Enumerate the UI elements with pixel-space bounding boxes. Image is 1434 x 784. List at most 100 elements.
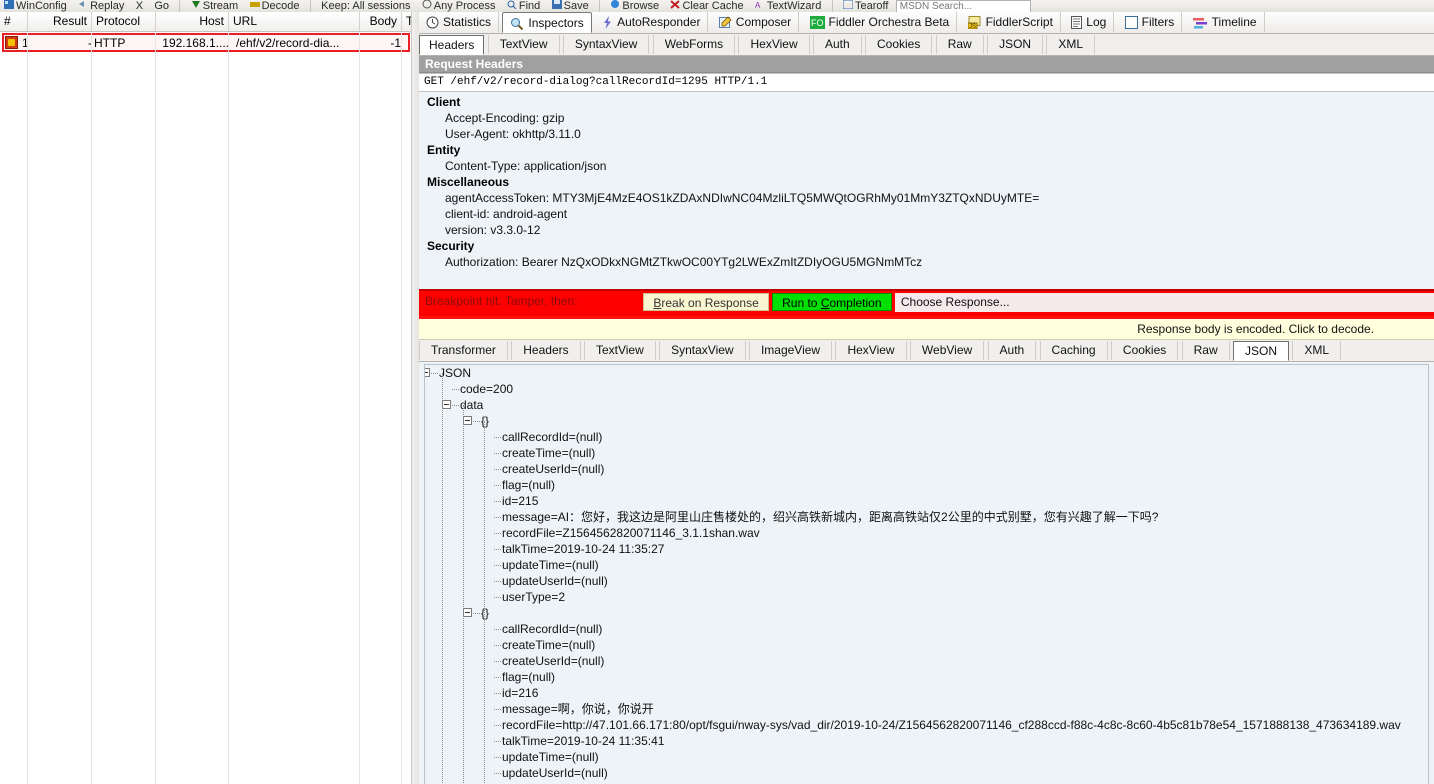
response-tab-caching[interactable]: Caching [1039, 341, 1108, 360]
toolbar-any-process[interactable]: Any Process [418, 0, 500, 12]
table-row[interactable]: 1 - HTTP 192.168.1.... /ehf/v2/record-di… [2, 33, 410, 52]
toolbar-button-tearoff[interactable]: Tearoff [839, 0, 892, 12]
response-tab-imageview[interactable]: ImageView [748, 341, 833, 360]
json-tree-row[interactable]: updateTime=(null) [425, 749, 1428, 765]
request-tab-cookies[interactable]: Cookies [865, 35, 933, 54]
json-tree-row[interactable]: data [425, 397, 1428, 413]
header-accept-encoding[interactable]: Accept-Encoding: gzip [427, 110, 1434, 126]
json-tree-row[interactable]: callRecordId=(null) [425, 429, 1428, 445]
toolbar-button-find[interactable]: Find [503, 0, 544, 12]
request-line-field[interactable]: GET /ehf/v2/record-dialog?callRecordId=1… [419, 73, 1434, 92]
json-tree-row[interactable]: {} [425, 605, 1428, 621]
toolbar-button-clear[interactable]: X [132, 0, 147, 12]
toolbar-button-browse[interactable]: Browse [606, 0, 663, 12]
session-list-panel[interactable]: # Result Protocol Host URL Body Tim 1 - … [0, 12, 419, 784]
json-tree-row[interactable]: createUserId=(null) [425, 653, 1428, 669]
tab-statistics[interactable]: Statistics [419, 12, 500, 32]
header-client-id[interactable]: client-id: android-agent [427, 206, 1434, 222]
column-header-host[interactable]: Host [156, 12, 229, 31]
header-user-agent[interactable]: User-Agent: okhttp/3.11.0 [427, 126, 1434, 142]
response-tab-xml[interactable]: XML [1292, 341, 1342, 360]
json-tree-row[interactable]: message=啊，你说，你说开 [425, 701, 1428, 717]
json-tree-row[interactable]: updateTime=(null) [425, 557, 1428, 573]
toolbar-button-go[interactable]: Go [150, 0, 173, 12]
tab-filters[interactable]: Filters [1118, 12, 1183, 32]
json-tree-row[interactable]: flag=(null) [425, 669, 1428, 685]
request-tab-xml[interactable]: XML [1046, 35, 1096, 54]
json-tree-row[interactable]: talkTime=2019-10-24 11:35:27 [425, 541, 1428, 557]
tab-log[interactable]: Log [1064, 12, 1115, 32]
response-tab-syntaxview[interactable]: SyntaxView [659, 341, 746, 360]
json-tree-row[interactable]: updateUserId=(null) [425, 573, 1428, 589]
response-tab-raw[interactable]: Raw [1181, 341, 1230, 360]
response-tab-hexview[interactable]: HexView [835, 341, 907, 360]
response-tab-webview[interactable]: WebView [909, 341, 985, 360]
header-version[interactable]: version: v3.3.0-12 [427, 222, 1434, 238]
header-agent-access-token[interactable]: agentAccessToken: MTY3MjE4MzE4OS1kZDAxND… [427, 190, 1434, 206]
tab-autoresponder[interactable]: AutoResponder [595, 12, 709, 32]
tab-fiddlerscript[interactable]: JS FiddlerScript [961, 12, 1061, 32]
encoded-notice-bar[interactable]: Response body is encoded. Click to decod… [419, 319, 1434, 340]
tree-guide-line [463, 405, 464, 784]
tab-timeline[interactable]: Timeline [1186, 12, 1265, 32]
request-tab-webforms[interactable]: WebForms [652, 35, 736, 54]
request-tab-headers[interactable]: Headers [419, 35, 485, 55]
tab-composer[interactable]: Composer [712, 12, 800, 32]
toolbar-button-winconfig[interactable]: WinConfig [0, 0, 71, 12]
json-tree-row[interactable]: JSON [425, 365, 1428, 381]
toolbar-button-replay[interactable]: Replay [74, 0, 128, 12]
json-tree-row[interactable]: createTime=(null) [425, 445, 1428, 461]
toolbar-button-save[interactable]: Save [548, 0, 593, 12]
toolbar-keep-dropdown[interactable]: Keep: All sessions [317, 0, 414, 12]
tab-label: Fiddler Orchestra Beta [828, 15, 950, 29]
json-tree-row[interactable]: talkTime=2019-10-24 11:35:41 [425, 733, 1428, 749]
toolbar-button-stream[interactable]: Stream [187, 0, 242, 12]
column-header-result[interactable]: Result [28, 12, 92, 31]
toolbar-button-textwizard[interactable]: A TextWizard [751, 0, 825, 12]
header-content-type[interactable]: Content-Type: application/json [427, 158, 1434, 174]
response-tab-textview[interactable]: TextView [583, 341, 656, 360]
toolbar-button-clear-cache[interactable]: Clear Cache [666, 0, 747, 12]
request-tab-syntaxview[interactable]: SyntaxView [562, 35, 650, 54]
json-tree-row[interactable]: message=AI：您好，我这边是阿里山庄售楼处的，绍兴高铁新城内，距离高铁站… [425, 509, 1428, 525]
request-tab-json[interactable]: JSON [987, 35, 1044, 54]
json-tree-row[interactable]: createTime=(null) [425, 637, 1428, 653]
json-tree[interactable]: JSON code=200 data{} callRecordId=(null) cre… [424, 364, 1429, 784]
json-tree-row[interactable]: callRecordId=(null) [425, 621, 1428, 637]
response-tab-cookies[interactable]: Cookies [1110, 341, 1179, 360]
response-tab-auth[interactable]: Auth [987, 341, 1037, 360]
json-tree-row[interactable]: recordFile=http://47.101.66.171:80/opt/f… [425, 717, 1428, 733]
header-authorization[interactable]: Authorization: Bearer NzQxODkxNGMtZTkwOC… [427, 254, 1434, 270]
json-tree-row[interactable]: recordFile=Z1564562820071146_3.1.1shan.w… [425, 525, 1428, 541]
request-tab-hexview[interactable]: HexView [738, 35, 810, 54]
json-tree-row[interactable]: userType=2 [425, 589, 1428, 605]
json-tree-row[interactable]: id=215 [425, 493, 1428, 509]
run-to-completion-button[interactable]: Run to Completion [772, 293, 892, 311]
column-header-protocol[interactable]: Protocol [92, 12, 156, 31]
column-header-url[interactable]: URL [229, 12, 360, 31]
json-tree-row[interactable]: {} [425, 413, 1428, 429]
json-tree-row[interactable]: updateUserId=(null) [425, 765, 1428, 781]
json-tree-row[interactable]: flag=(null) [425, 477, 1428, 493]
session-list-scrollbar[interactable] [411, 12, 419, 784]
break-on-response-button[interactable]: BBreak on Responsereak on Response [643, 293, 769, 311]
request-tab-auth[interactable]: Auth [812, 35, 862, 54]
response-tab-transformer[interactable]: Transformer [419, 341, 508, 360]
json-tree-row[interactable]: code=200 [425, 381, 1428, 397]
collapse-expand-icon[interactable] [425, 368, 430, 377]
toolbar-button-decode[interactable]: Decode [246, 0, 304, 12]
request-tab-textview[interactable]: TextView [487, 35, 560, 54]
request-tab-raw[interactable]: Raw [935, 35, 984, 54]
column-header-num[interactable]: # [0, 12, 28, 31]
column-header-body[interactable]: Body [360, 12, 402, 31]
collapse-expand-icon[interactable] [463, 416, 472, 425]
json-tree-row[interactable]: id=216 [425, 685, 1428, 701]
tab-inspectors[interactable]: Inspectors [502, 12, 592, 33]
collapse-expand-icon[interactable] [463, 608, 472, 617]
choose-response-button[interactable]: Choose Response... [894, 293, 1434, 312]
response-tab-headers[interactable]: Headers [511, 341, 581, 360]
collapse-expand-icon[interactable] [442, 400, 451, 409]
response-tab-json[interactable]: JSON [1232, 341, 1289, 361]
json-tree-row[interactable]: createUserId=(null) [425, 461, 1428, 477]
tab-fiddler-orchestra[interactable]: FO Fiddler Orchestra Beta [803, 12, 958, 32]
